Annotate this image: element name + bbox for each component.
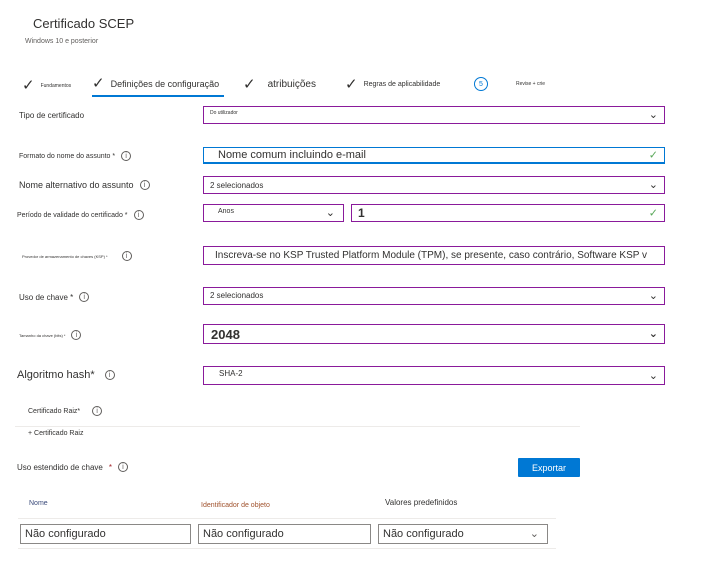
info-icon[interactable]: i [79,292,90,302]
add-root-cert-link[interactable]: + Certificado Raiz [28,430,83,437]
key-usage-label: Uso de chave * i [19,292,90,302]
step-revise[interactable]: 5 Revise + crie [474,77,545,91]
key-size-label: Tamanho da chave (bits) * i [19,330,82,340]
info-icon[interactable]: i [133,210,144,220]
subject-name-format-input[interactable]: Nome comum incluindo e-mail ✓ [203,147,665,164]
info-icon[interactable]: i [139,180,150,190]
key-size-select[interactable]: 2048 ⌄ [203,324,665,344]
info-icon[interactable]: i [117,462,128,472]
chevron-down-icon: ⌄ [648,368,658,382]
column-header-oid[interactable]: Identificador de objeto [201,502,270,509]
required-mark: * [108,462,112,472]
subject-alt-name-label: Nome alternativo do assunto i [19,180,150,190]
info-icon[interactable]: i [121,151,132,161]
checkmark-icon: ✓ [345,75,358,93]
export-button[interactable]: Exportar [518,458,580,477]
root-cert-label: Certificado Raiz* i [28,406,103,416]
active-step-indicator [92,95,224,97]
eku-oid-input[interactable]: Não configurado [198,524,371,544]
step-label: Fundamentos [40,82,72,89]
step-definicoes[interactable]: ✓ Definições de configuração [92,76,219,91]
table-row-divider [18,548,556,549]
checkmark-icon: ✓ [243,75,256,93]
chevron-down-icon: ⌄ [325,205,335,219]
valid-check-icon: ✓ [648,206,658,220]
column-header-predefined[interactable]: Valores predefinidos [385,498,457,507]
valid-check-icon: ✓ [648,148,658,162]
certificate-type-label: Tipo de certificado [19,111,85,120]
hash-algorithm-select[interactable]: SHA-2 ⌄ [203,366,665,385]
hash-algorithm-label: Algoritmo hash* i [17,369,115,381]
divider [15,426,580,427]
step-fundamentos[interactable]: ✓ Fundamentos [22,78,71,93]
chevron-down-icon: ⌄ [648,107,658,121]
step-number-badge: 5 [474,77,488,91]
chevron-down-icon: ⌄ [529,526,539,540]
ksp-select[interactable]: Inscreva-se no KSP Trusted Platform Modu… [203,246,665,265]
chevron-down-icon: ⌄ [648,326,658,340]
checkmark-icon: ✓ [92,74,105,92]
page-subtitle: Windows 10 e posterior [25,38,99,45]
table-header-divider [18,518,556,519]
subject-alt-name-select[interactable]: 2 selecionados ⌄ [203,176,665,194]
step-atribuicoes[interactable]: ✓ atribuições [243,77,316,92]
eku-label: Uso estendido de chave * i [17,462,128,472]
step-label: Definições de configuração [110,78,220,89]
certificate-type-select[interactable]: Do utilizador ⌄ [203,106,665,124]
subject-name-format-label: Formato do nome do assunto * i [19,151,132,161]
key-usage-select[interactable]: 2 selecionados ⌄ [203,287,665,305]
step-label: atribuições [267,79,316,90]
chevron-down-icon: ⌄ [648,177,658,191]
info-icon[interactable]: i [104,370,115,380]
info-icon[interactable]: i [71,330,82,340]
step-label: Regras de aplicabilidade [363,81,441,88]
step-regras[interactable]: ✓ Regras de aplicabilidade [345,77,440,92]
eku-name-input[interactable]: Não configurado [20,524,191,544]
validity-unit-select[interactable]: Anos ⌄ [203,204,344,222]
step-label: Revise + crie [516,81,546,87]
ksp-label: Provedor de armazenamento de chaves (KSP… [22,251,132,261]
checkmark-icon: ✓ [22,76,35,94]
info-icon[interactable]: i [92,406,103,416]
validity-value-input[interactable]: 1 ✓ [351,204,665,222]
column-header-name[interactable]: Nome [29,500,48,507]
page-title: Certificado SCEP [33,16,135,31]
info-icon[interactable]: i [121,251,132,261]
validity-period-label: Período de validade do certificado * i [17,210,144,220]
eku-predefined-select[interactable]: Não configurado ⌄ [378,524,548,544]
wizard-steps: ✓ Fundamentos ✓ Definições de configuraç… [0,74,709,98]
chevron-down-icon: ⌄ [648,288,658,302]
